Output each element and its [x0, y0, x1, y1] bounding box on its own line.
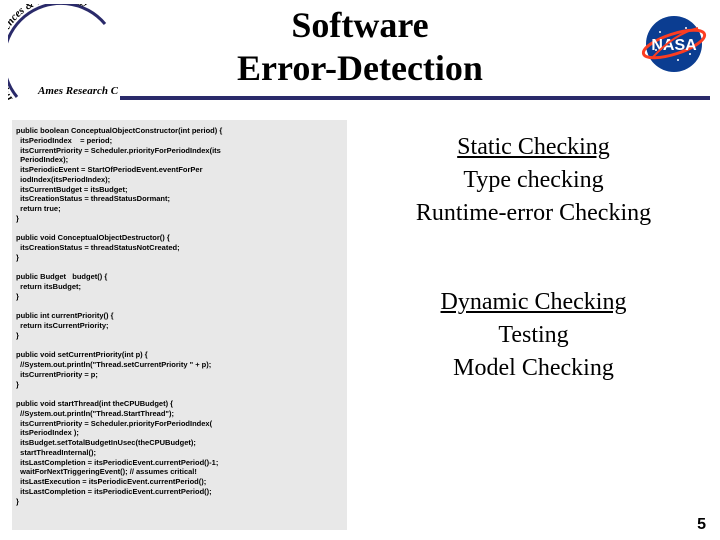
model-checking: Model Checking	[347, 355, 720, 382]
testing: Testing	[347, 322, 720, 349]
code-panel: public boolean ConceptualObjectConstruct…	[12, 120, 347, 530]
slide-header: Information Sciences & Technology Ames R…	[0, 0, 720, 98]
slide-content: public boolean ConceptualObjectConstruct…	[0, 110, 720, 540]
dynamic-checking-heading: Dynamic Checking	[347, 289, 720, 316]
ames-bottom-text: Ames Research Center	[37, 85, 118, 97]
runtime-error-checking: Runtime-error Checking	[347, 200, 720, 227]
header-divider	[120, 96, 710, 100]
nasa-logo: NASA	[638, 14, 710, 74]
static-checking-heading: Static Checking	[347, 134, 720, 161]
code-block: public boolean ConceptualObjectConstruct…	[16, 126, 343, 506]
type-checking: Type checking	[347, 167, 720, 194]
slide-number: 5	[697, 516, 706, 534]
ames-logo: Information Sciences & Technology Ames R…	[8, 4, 118, 96]
concepts-panel: Static Checking Type checking Runtime-er…	[347, 110, 720, 540]
